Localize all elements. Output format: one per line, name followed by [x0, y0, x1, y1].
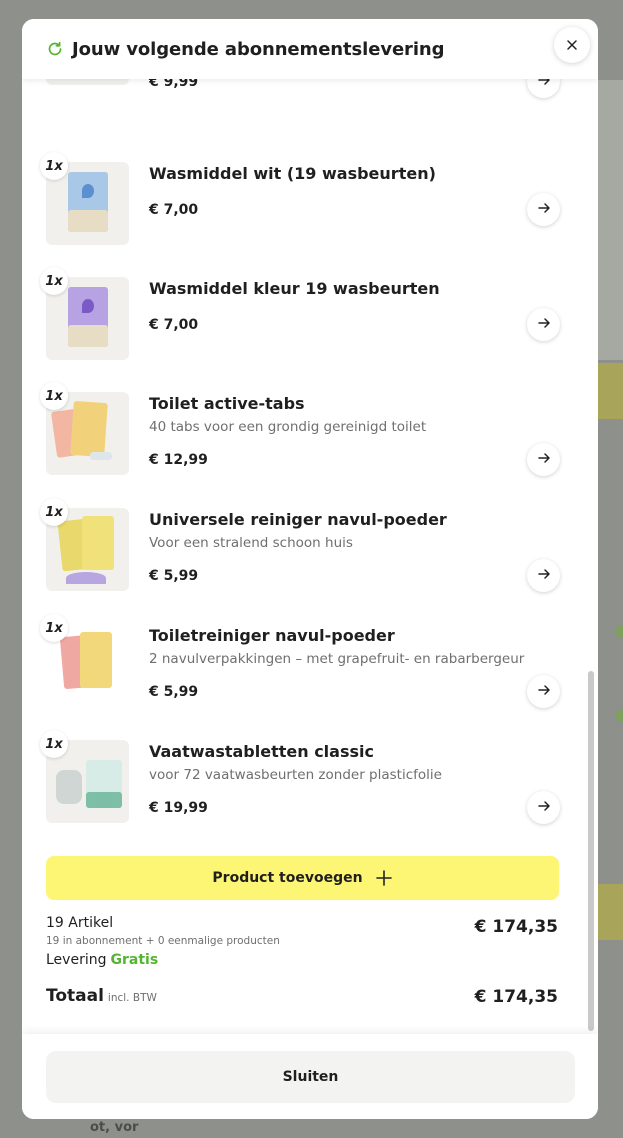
- item-details-button[interactable]: [527, 308, 560, 341]
- total-vat-note: incl. BTW: [107, 992, 157, 1004]
- item-name: Toilet active-tabs: [149, 394, 305, 413]
- item-price: € 5,99: [149, 568, 199, 584]
- delivery-value: Gratis: [110, 952, 159, 968]
- delivery-label: Levering: [46, 952, 107, 968]
- subscription-breakdown: 19 in abonnement + 0 eenmalige producten: [46, 935, 280, 947]
- arrow-right-icon: [537, 200, 551, 219]
- package-graphic: [68, 210, 108, 232]
- subscription-modal: € 9,99 1x Wasmiddel wit (19 wasbeurten) …: [22, 19, 598, 1119]
- arrow-right-icon: [537, 682, 551, 701]
- subtotal-amount: € 174,35: [474, 917, 558, 937]
- item-description: Voor een stralend schoon huis: [149, 535, 353, 551]
- close-icon: [566, 36, 578, 55]
- list-item: 1x Universele reiniger navul-poeder Voor…: [40, 498, 560, 592]
- quantity-badge: 1x: [40, 382, 68, 410]
- item-price: € 7,00: [149, 317, 199, 333]
- arrow-right-icon: [537, 315, 551, 334]
- list-item: 1x Toiletreiniger navul-poeder 2 navulve…: [40, 614, 560, 708]
- container-graphic: [56, 770, 82, 804]
- item-details-button[interactable]: [527, 675, 560, 708]
- quantity-badge: 1x: [40, 730, 68, 758]
- quantity-badge: 1x: [40, 267, 68, 295]
- modal-footer: Sluiten: [22, 1034, 598, 1119]
- item-name: Wasmiddel kleur 19 wasbeurten: [149, 279, 440, 298]
- item-count: 19 Artikel: [46, 915, 114, 931]
- scrollbar-thumb[interactable]: [588, 671, 594, 1031]
- item-name: Wasmiddel wit (19 wasbeurten): [149, 164, 436, 183]
- modal-scroll-area[interactable]: € 9,99 1x Wasmiddel wit (19 wasbeurten) …: [22, 19, 598, 1034]
- item-description: 40 tabs voor een grondig gereinigd toile…: [149, 419, 427, 435]
- quantity-badge: 1x: [40, 152, 68, 180]
- scrollbar[interactable]: [587, 79, 595, 1034]
- backdrop-yellow-block: [597, 363, 623, 419]
- item-price: € 12,99: [149, 452, 208, 468]
- backdrop-green-dot: [615, 625, 623, 637]
- total-label: Totaal: [46, 986, 104, 1006]
- item-price: € 5,99: [149, 684, 199, 700]
- backdrop-yellow-block: [597, 884, 623, 940]
- drop-graphic: [82, 299, 94, 313]
- backdrop-green-dot: [615, 710, 623, 722]
- modal-title: Jouw volgende abonnementslevering: [72, 38, 445, 60]
- item-name: Toiletreiniger navul-poeder: [149, 626, 395, 645]
- backdrop-text: ot, vor: [90, 1120, 139, 1135]
- total-amount: € 174,35: [474, 987, 558, 1007]
- item-price: € 19,99: [149, 800, 208, 816]
- plus-icon: [375, 869, 393, 887]
- item-name: Vaatwastabletten classic: [149, 742, 374, 761]
- list-item: 1x Vaatwastabletten classic voor 72 vaat…: [40, 730, 560, 824]
- item-details-button[interactable]: [527, 559, 560, 592]
- close-button[interactable]: [554, 27, 590, 63]
- package-graphic: [82, 516, 114, 570]
- close-modal-button[interactable]: Sluiten: [46, 1051, 575, 1103]
- quantity-badge: 1x: [40, 498, 68, 526]
- item-details-button[interactable]: [527, 443, 560, 476]
- add-product-label: Product toevoegen: [212, 870, 363, 886]
- total-row: Totaal incl. BTW: [46, 986, 157, 1006]
- modal-header: Jouw volgende abonnementslevering: [22, 19, 598, 79]
- item-description: voor 72 vaatwasbeurten zonder plasticfol…: [149, 767, 442, 783]
- list-item: 1x Wasmiddel kleur 19 wasbeurten € 7,00: [40, 267, 560, 360]
- arrow-right-icon: [537, 450, 551, 469]
- item-description: 2 navulverpakkingen – met grapefruit- en…: [149, 651, 525, 667]
- list-item: 1x Toilet active-tabs 40 tabs voor een g…: [40, 382, 560, 476]
- item-name: Universele reiniger navul-poeder: [149, 510, 447, 529]
- item-details-button[interactable]: [527, 791, 560, 824]
- arrow-right-icon: [537, 798, 551, 817]
- package-graphic: [70, 400, 108, 458]
- add-product-button[interactable]: Product toevoegen: [46, 856, 559, 900]
- drop-graphic: [82, 184, 94, 198]
- item-price: € 7,00: [149, 202, 199, 218]
- package-graphic: [86, 792, 122, 808]
- quantity-badge: 1x: [40, 614, 68, 642]
- list-item: 1x Wasmiddel wit (19 wasbeurten) € 7,00: [40, 152, 560, 245]
- backdrop-panel: [597, 80, 623, 360]
- package-graphic: [68, 325, 108, 347]
- refresh-icon: [46, 40, 64, 58]
- arrow-right-icon: [537, 566, 551, 585]
- item-details-button[interactable]: [527, 193, 560, 226]
- tablet-graphic: [90, 452, 112, 460]
- package-graphic: [80, 632, 112, 688]
- close-modal-label: Sluiten: [282, 1069, 339, 1085]
- powder-graphic: [66, 572, 106, 584]
- delivery-row: Levering Gratis: [46, 952, 158, 968]
